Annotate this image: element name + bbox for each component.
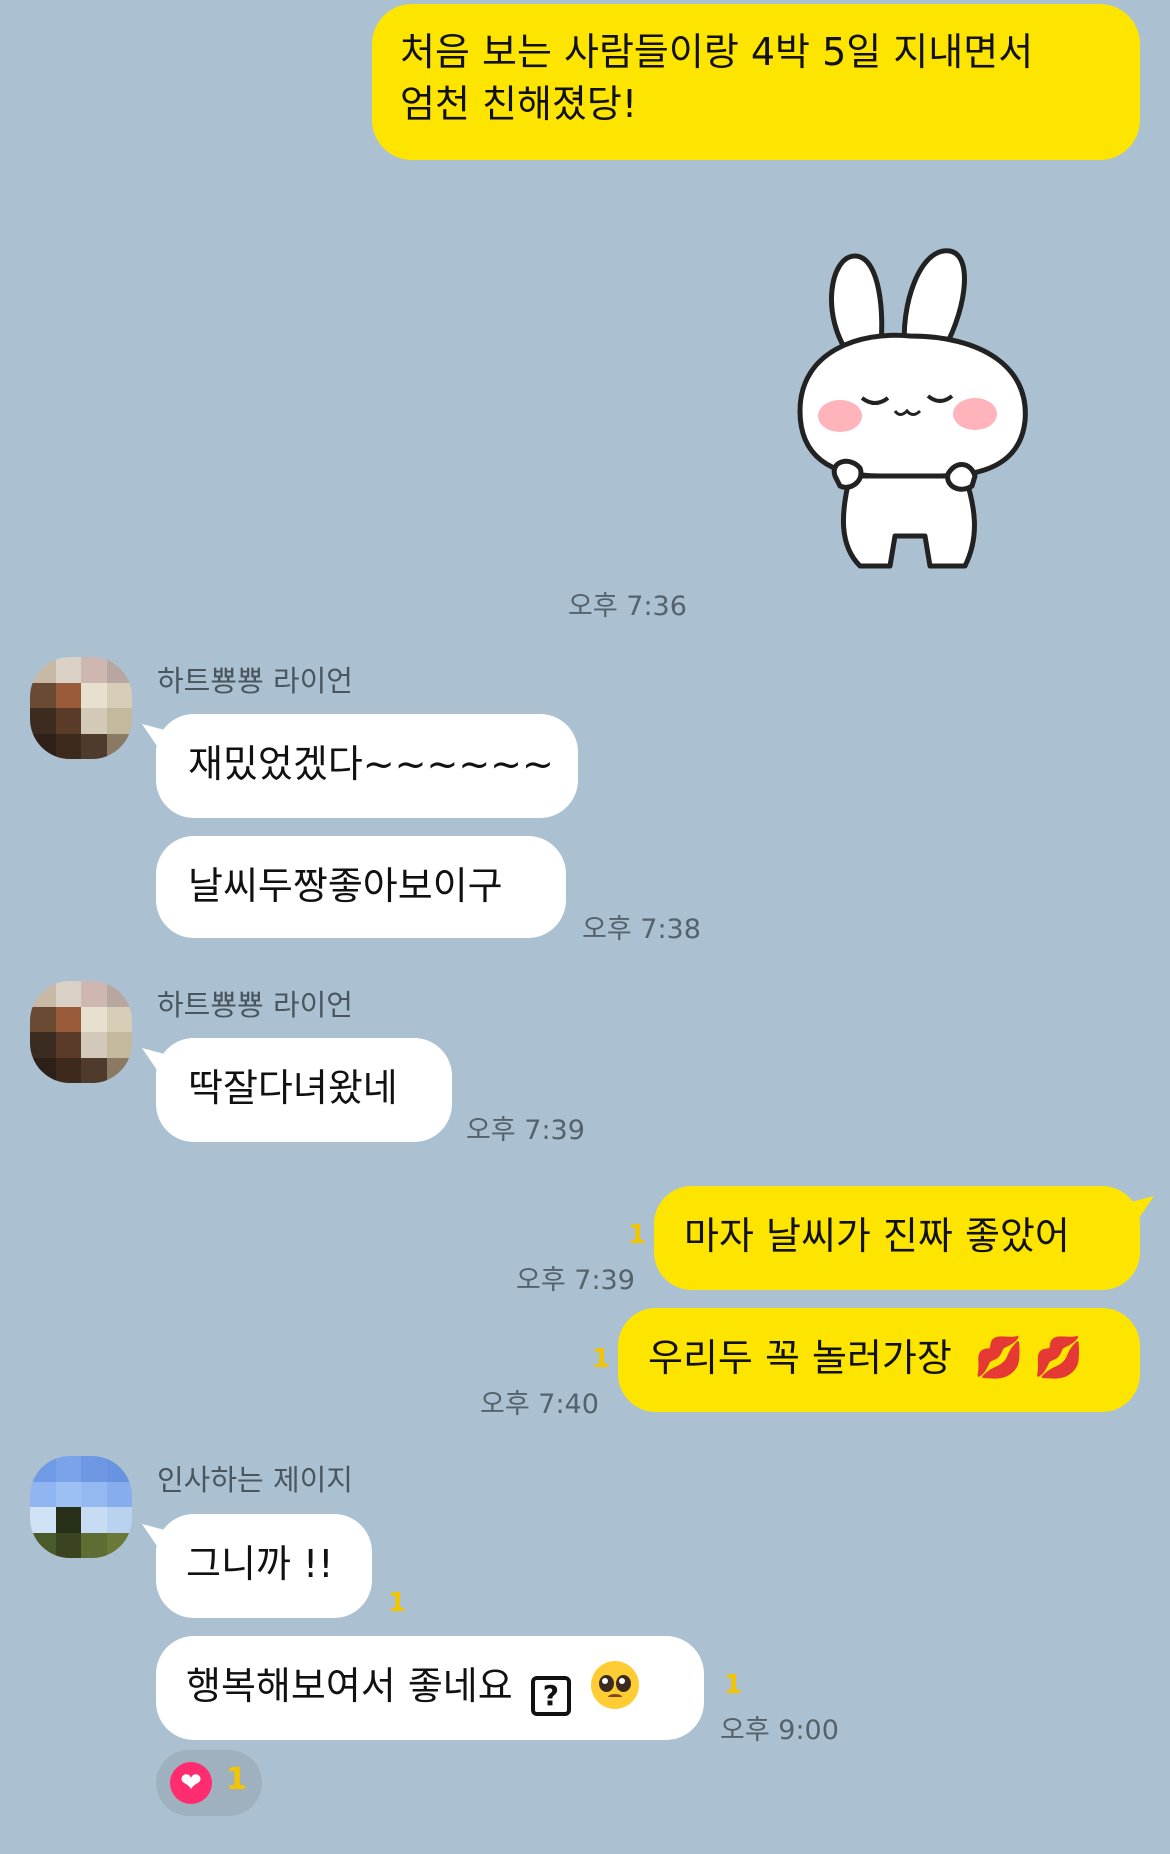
message-text-line: 엄천 친해졌당! <box>400 82 638 126</box>
my-message-bubble[interactable]: 마자 날씨가 진짜 좋았어 <box>654 1186 1140 1290</box>
their-message-bubble[interactable]: 그니까 !! <box>156 1514 372 1618</box>
avatar[interactable] <box>30 657 132 759</box>
their-message-bubble[interactable]: 딱잘다녀왔네 <box>156 1038 452 1142</box>
message-text: 행복해보여서 좋네요 <box>186 1664 513 1708</box>
message-text: 그니까 !! <box>186 1542 334 1586</box>
pleading-face-icon <box>590 1661 639 1709</box>
kiss-mark-icon: 💋 <box>1033 1335 1084 1381</box>
message-timestamp: 오후 7:36 <box>568 591 687 622</box>
their-message-bubble[interactable]: 날씨두짱좋아보이구 <box>156 836 566 938</box>
sender-name: 인사하는 제이지 <box>157 1463 353 1497</box>
bunny-sticker[interactable] <box>780 236 1050 576</box>
their-message-bubble[interactable]: 재밌었겠다~~~~~~ <box>156 714 578 818</box>
bunny-sticker-icon <box>797 248 1028 569</box>
question-box-icon: ? <box>530 1676 571 1716</box>
message-timestamp: 오후 7:39 <box>466 1115 585 1146</box>
message-text: 마자 날씨가 진짜 좋았어 <box>684 1214 1070 1258</box>
avatar[interactable] <box>30 981 132 1083</box>
message-timestamp: 오후 7:40 <box>480 1389 599 1420</box>
unread-count: 1 <box>388 1588 407 1618</box>
their-message-bubble[interactable]: 행복해보여서 좋네요 ? <box>156 1636 704 1740</box>
message-timestamp: 오후 7:38 <box>582 914 701 945</box>
message-timestamp: 오후 7:39 <box>516 1265 635 1296</box>
reaction-count: 1 <box>226 1762 247 1797</box>
message-timestamp: 오후 9:00 <box>720 1715 839 1746</box>
unread-count: 1 <box>724 1670 743 1700</box>
message-text-line: 처음 보는 사람들이랑 4박 5일 지내면서 <box>400 30 1034 74</box>
message-text: 딱잘다녀왔네 <box>188 1066 398 1110</box>
my-message-bubble[interactable]: 처음 보는 사람들이랑 4박 5일 지내면서 엄천 친해졌당! <box>372 4 1140 160</box>
sender-name: 하트뿅뿅 라이언 <box>157 664 353 698</box>
sender-name: 하트뿅뿅 라이언 <box>157 988 353 1022</box>
kiss-mark-icon: 💋 <box>973 1335 1024 1381</box>
message-text: 재밌었겠다~~~~~~ <box>188 742 554 786</box>
reaction-badge[interactable]: ❤ 1 <box>156 1750 262 1816</box>
heart-icon: ❤ <box>170 1762 212 1804</box>
my-message-bubble[interactable]: 우리두 꼭 놀러가장 💋 💋 <box>618 1308 1140 1412</box>
avatar[interactable] <box>30 1456 132 1558</box>
message-text: 우리두 꼭 놀러가장 <box>648 1336 952 1380</box>
unread-count: 1 <box>628 1220 647 1250</box>
message-text: 날씨두짱좋아보이구 <box>188 864 503 908</box>
unread-count: 1 <box>592 1344 611 1374</box>
